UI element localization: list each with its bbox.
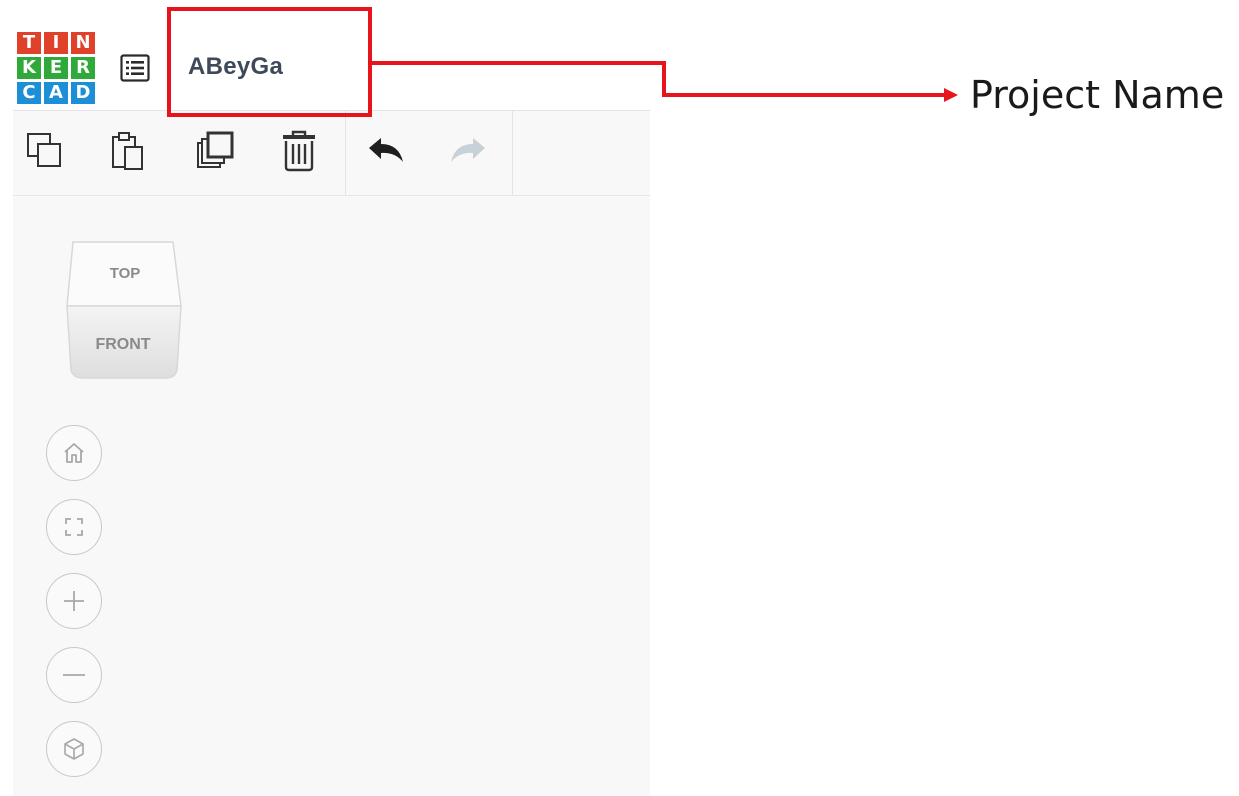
callout-arrow [372, 61, 958, 102]
callout-label: Project Name [970, 73, 1225, 117]
